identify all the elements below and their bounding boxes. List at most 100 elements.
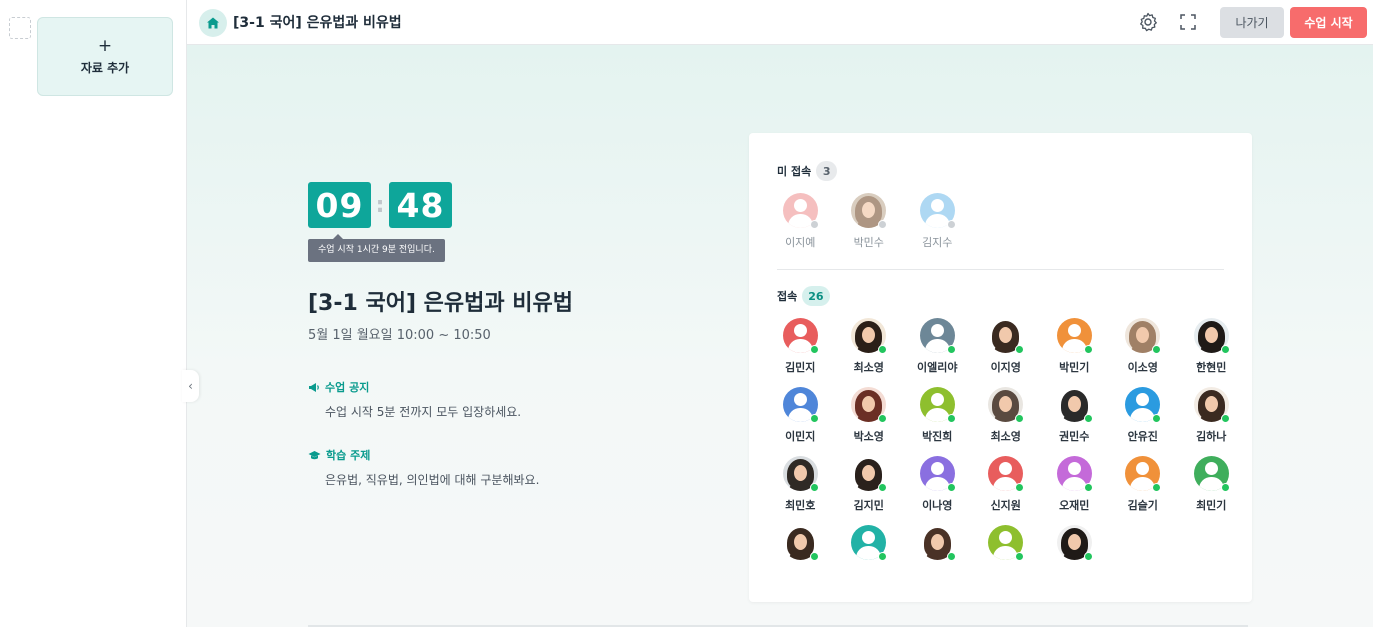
student-name: 김하나 bbox=[1196, 430, 1227, 443]
student-avatar bbox=[782, 387, 819, 423]
notice-label: 수업 공지 bbox=[325, 381, 370, 394]
online-status-dot bbox=[1083, 552, 1093, 561]
page-title: [3-1 국어] 은유법과 비유법 bbox=[233, 15, 402, 31]
student-name: 박소영 bbox=[853, 430, 884, 443]
student-item[interactable]: 이지영 bbox=[972, 318, 1041, 374]
student-item[interactable]: 최소영 bbox=[835, 318, 904, 374]
student-name: 박진희 bbox=[922, 430, 953, 443]
collapse-sidebar-button[interactable]: ‹ bbox=[182, 370, 199, 402]
student-name: 최소영 bbox=[853, 361, 884, 374]
student-item[interactable]: 김슬기 bbox=[1109, 456, 1178, 512]
student-item[interactable] bbox=[972, 525, 1041, 580]
add-material-label: 자료 추가 bbox=[80, 61, 130, 75]
chevron-left-icon: ‹ bbox=[188, 379, 193, 393]
online-student-grid: 김민지 최소영 이엘리야 이지영 박민기 이소영 한현민 이민지 박소영 박진희 최소영 권민수 안유진… bbox=[766, 318, 1246, 580]
topic-label: 학습 주제 bbox=[326, 449, 371, 462]
student-avatar bbox=[919, 193, 956, 229]
student-name: 오재민 bbox=[1059, 499, 1090, 512]
online-status-dot bbox=[809, 414, 819, 423]
student-name: 이소영 bbox=[1127, 361, 1158, 374]
student-item[interactable]: 김하나 bbox=[1177, 387, 1246, 443]
online-status-dot bbox=[878, 483, 888, 492]
timer-tooltip: 수업 시작 1시간 9분 전입니다. bbox=[308, 234, 445, 262]
offline-group-label: 미 접속 3 bbox=[777, 161, 838, 181]
leave-button[interactable]: 나가기 bbox=[1220, 7, 1284, 38]
online-status-dot bbox=[946, 414, 956, 423]
notice-heading: 수업 공지 bbox=[308, 379, 369, 395]
student-item[interactable]: 권민수 bbox=[1040, 387, 1109, 443]
student-avatar bbox=[1056, 318, 1093, 354]
student-item[interactable]: 박민기 bbox=[1040, 318, 1109, 374]
megaphone-icon bbox=[309, 382, 319, 392]
student-name: 김지수 bbox=[922, 236, 953, 249]
student-item[interactable]: 김지수 bbox=[903, 193, 972, 249]
online-label: 접속 bbox=[777, 290, 798, 303]
online-status-dot bbox=[1152, 483, 1162, 492]
online-count-badge: 26 bbox=[802, 286, 830, 306]
timer-minutes: 48 bbox=[389, 182, 452, 228]
student-item[interactable]: 신지원 bbox=[972, 456, 1041, 512]
student-item[interactable] bbox=[903, 525, 972, 580]
student-avatar bbox=[1193, 387, 1230, 423]
main-area: ‹ 09 : 48 수업 시작 1시간 9분 전입니다. [3-1 국어] 은유… bbox=[182, 45, 1373, 627]
online-status-dot bbox=[878, 414, 888, 423]
student-avatar bbox=[782, 525, 819, 561]
home-icon bbox=[207, 17, 219, 29]
student-item[interactable]: 이나영 bbox=[903, 456, 972, 512]
student-item[interactable]: 최민기 bbox=[1177, 456, 1246, 512]
timer-separator: : bbox=[375, 192, 385, 218]
countdown-timer: 09 : 48 bbox=[308, 182, 452, 228]
student-name: 이나영 bbox=[922, 499, 953, 512]
student-item[interactable]: 박진희 bbox=[903, 387, 972, 443]
graduation-cap-icon bbox=[308, 450, 321, 459]
student-item[interactable]: 오재민 bbox=[1040, 456, 1109, 512]
student-avatar bbox=[782, 193, 819, 229]
student-item[interactable]: 안유진 bbox=[1109, 387, 1178, 443]
fullscreen-button[interactable] bbox=[1177, 11, 1199, 33]
student-name: 최민호 bbox=[785, 499, 816, 512]
student-name: 박민수 bbox=[853, 236, 884, 249]
online-status-dot bbox=[1220, 483, 1230, 492]
student-item[interactable]: 김지민 bbox=[835, 456, 904, 512]
student-name: 신지원 bbox=[990, 499, 1021, 512]
student-item[interactable]: 박민수 bbox=[835, 193, 904, 249]
student-item[interactable]: 김민지 bbox=[766, 318, 835, 374]
start-class-button[interactable]: 수업 시작 bbox=[1290, 7, 1367, 38]
student-item[interactable]: 한현민 bbox=[1177, 318, 1246, 374]
student-name: 이지예 bbox=[785, 236, 816, 249]
settings-icon bbox=[1140, 12, 1157, 32]
add-material-button[interactable]: + 자료 추가 bbox=[37, 17, 173, 96]
offline-count-badge: 3 bbox=[816, 161, 838, 181]
student-avatar bbox=[1056, 456, 1093, 492]
online-status-dot bbox=[1015, 483, 1025, 492]
student-item[interactable] bbox=[766, 525, 835, 580]
student-avatar bbox=[851, 318, 888, 354]
student-avatar bbox=[782, 456, 819, 492]
student-avatar bbox=[919, 525, 956, 561]
topic-text: 은유법, 직유법, 의인법에 대해 구분해봐요. bbox=[325, 473, 540, 487]
student-name: 최소영 bbox=[990, 430, 1021, 443]
student-name: 안유진 bbox=[1127, 430, 1158, 443]
settings-button[interactable] bbox=[1137, 11, 1159, 33]
online-status-dot bbox=[1220, 345, 1230, 354]
student-item[interactable]: 최민호 bbox=[766, 456, 835, 512]
student-item[interactable]: 이민지 bbox=[766, 387, 835, 443]
student-item[interactable]: 최소영 bbox=[972, 387, 1041, 443]
student-item[interactable]: 이엘리야 bbox=[903, 318, 972, 374]
student-item[interactable]: 이지예 bbox=[766, 193, 835, 249]
student-item[interactable] bbox=[1040, 525, 1109, 580]
offline-label: 미 접속 bbox=[777, 165, 812, 178]
home-button[interactable] bbox=[199, 9, 227, 37]
select-checkbox[interactable] bbox=[9, 17, 31, 39]
online-status-dot bbox=[878, 345, 888, 354]
student-avatar bbox=[1193, 456, 1230, 492]
student-avatar bbox=[1193, 318, 1230, 354]
topic-heading: 학습 주제 bbox=[308, 447, 370, 463]
student-item[interactable]: 이소영 bbox=[1109, 318, 1178, 374]
online-status-dot bbox=[1015, 345, 1025, 354]
student-name: 한현민 bbox=[1196, 361, 1227, 374]
student-avatar bbox=[919, 456, 956, 492]
student-item[interactable]: 박소영 bbox=[835, 387, 904, 443]
online-status-dot bbox=[1015, 552, 1025, 561]
student-item[interactable] bbox=[835, 525, 904, 580]
